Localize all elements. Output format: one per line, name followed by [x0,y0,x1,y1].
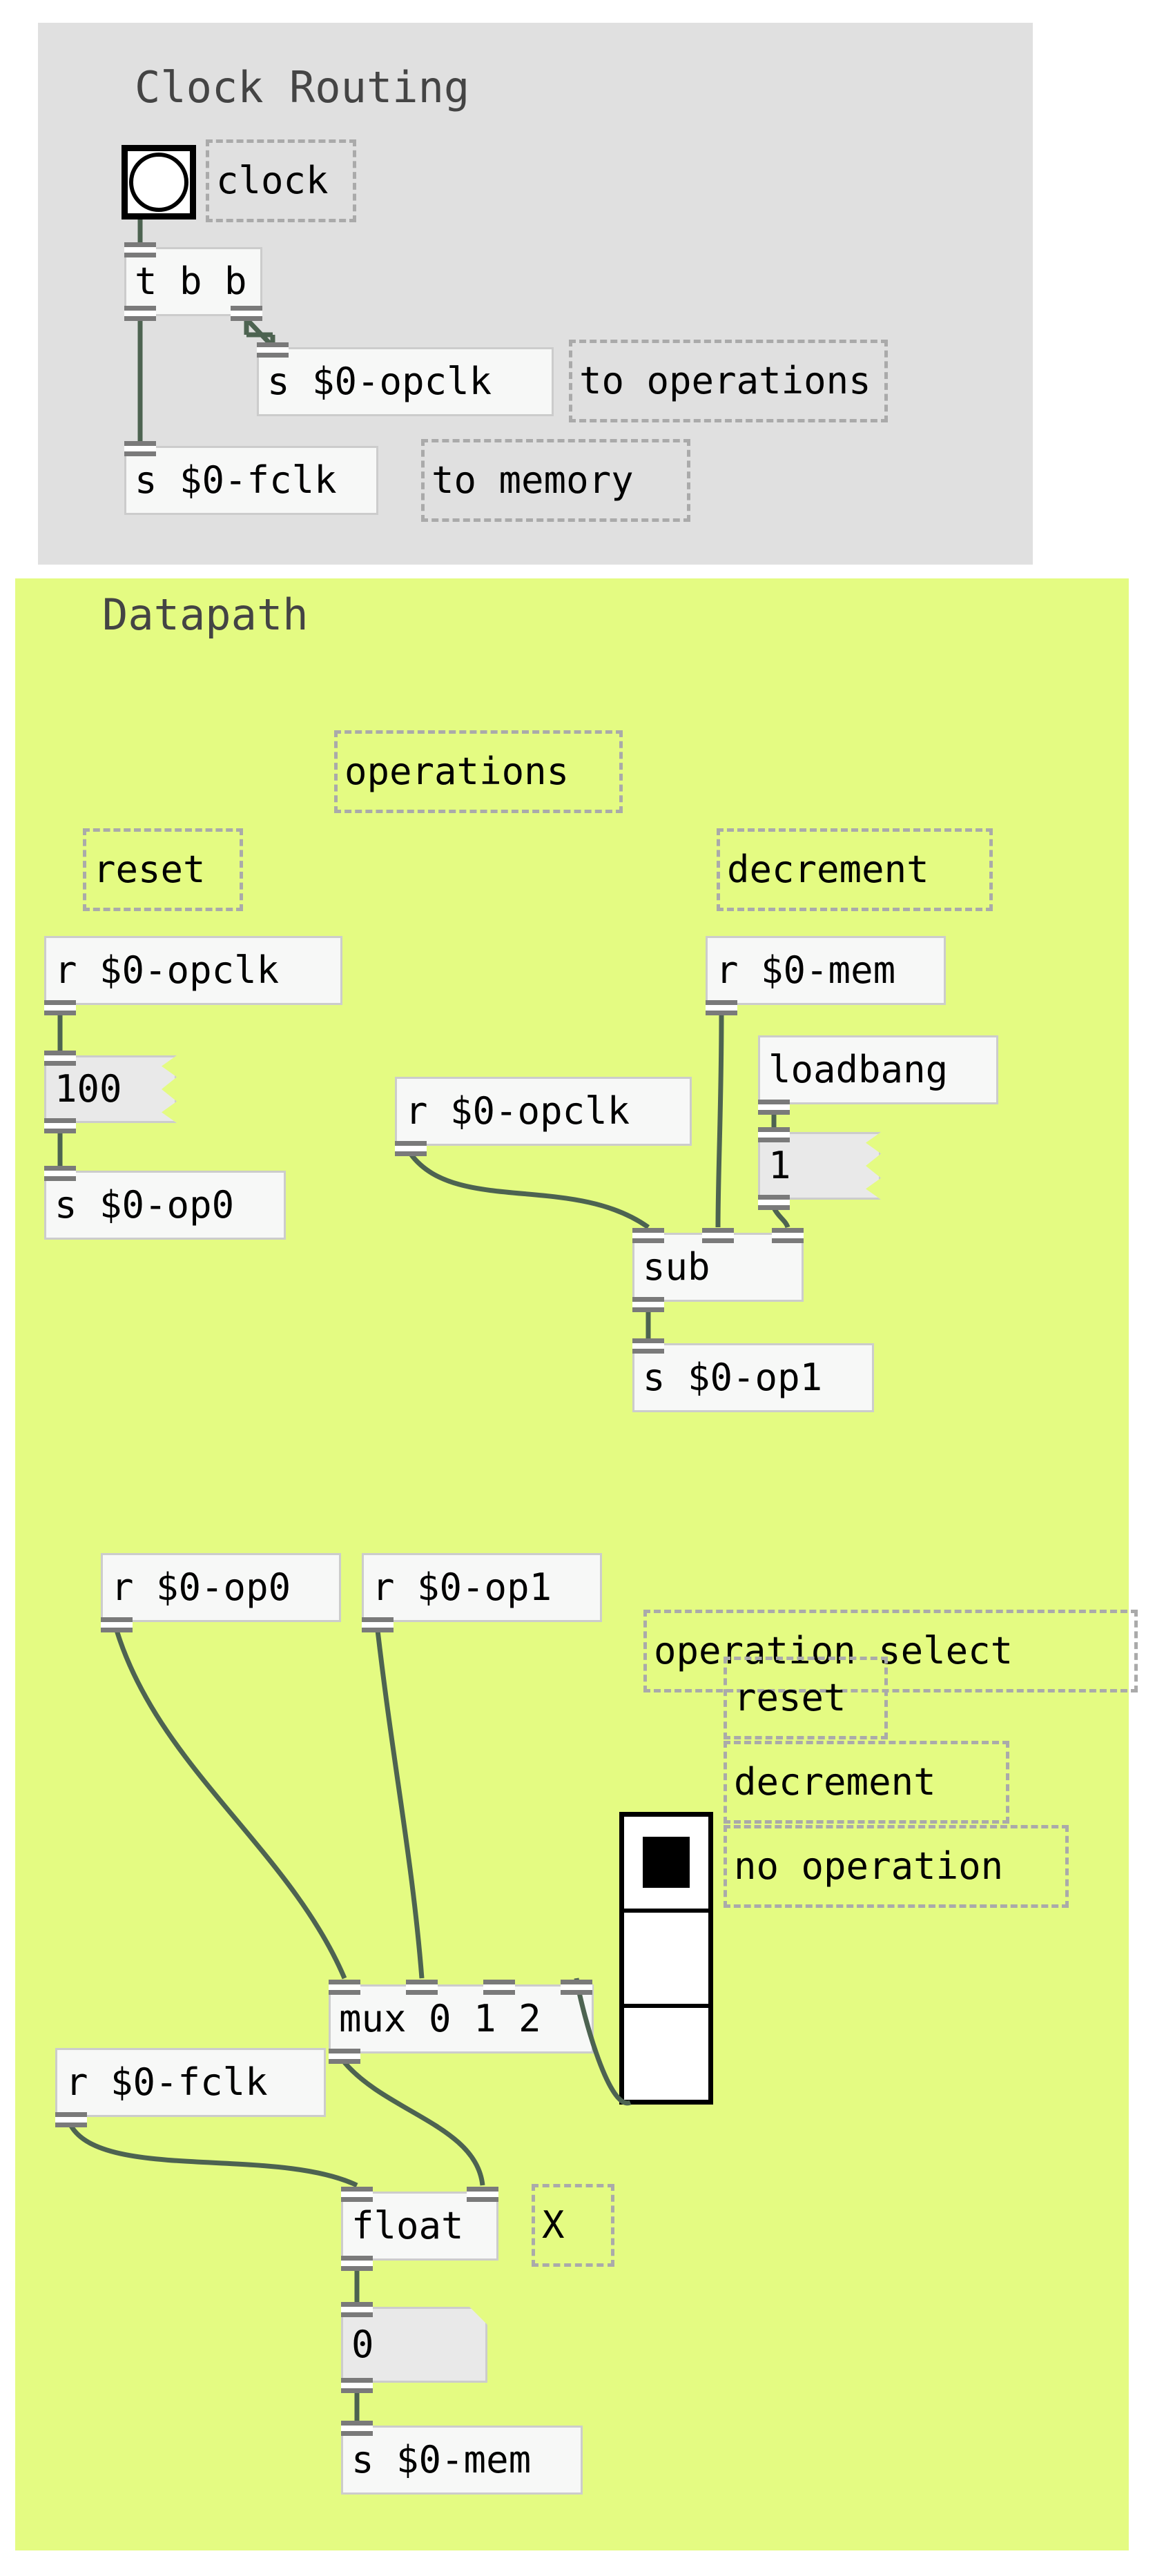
outlet-receive-fclk-0[interactable] [55,2112,87,2127]
object-send-op0[interactable]: s $0-op0 [44,1171,286,1240]
object-receive-opclk-reset[interactable]: r $0-opclk [44,936,342,1005]
vradio-cell-0[interactable] [624,1817,708,1913]
object-sub[interactable]: sub [632,1233,804,1302]
outlet-receive-op0-0[interactable] [101,1617,133,1632]
outlet-message-100-0[interactable] [44,1118,76,1133]
vradio-operation-select[interactable] [619,1812,713,2105]
outlet-receive-opclk-reset-0[interactable] [44,1000,76,1015]
comment-decrement: decrement [717,828,993,911]
inlet-float-0[interactable] [341,2187,373,2202]
numberbox-memory-value[interactable]: 0 [341,2307,487,2383]
inlet-message-100-0[interactable] [44,1051,76,1066]
object-send-opclk[interactable]: s $0-opclk [257,347,554,416]
comment-x: X [532,2184,614,2267]
inlet-send-op0-0[interactable] [44,1166,76,1181]
inlet-send-opclk-0[interactable] [257,342,289,358]
object-send-fclk[interactable]: s $0-fclk [124,446,378,515]
inlet-send-op1-0[interactable] [632,1338,664,1354]
inlet-send-fclk-0[interactable] [124,441,156,456]
vradio-cell-2[interactable] [624,2008,708,2100]
comment-to-operations: to operations [569,340,888,422]
datapath-title: Datapath [102,589,309,640]
comment-radio-no-operation: no operation [724,1825,1069,1908]
vradio-cell-1[interactable] [624,1913,708,2009]
object-receive-op1[interactable]: r $0-op1 [362,1553,602,1622]
inlet-mux-2[interactable] [483,1980,515,1995]
inlet-sub-1[interactable] [702,1228,734,1243]
bang-circle-icon [129,153,188,212]
object-receive-op0[interactable]: r $0-op0 [101,1553,341,1622]
comment-to-memory: to memory [421,439,690,522]
object-mux[interactable]: mux 0 1 2 [329,1984,594,2053]
object-float[interactable]: float [341,2192,498,2261]
outlet-numberbox-0[interactable] [341,2378,373,2393]
comment-operation-select: operation select [643,1610,1138,1692]
outlet-receive-opclk-sub-0[interactable] [395,1141,427,1156]
object-send-mem[interactable]: s $0-mem [341,2426,583,2495]
outlet-receive-mem-0[interactable] [706,1000,737,1015]
outlet-sub-0[interactable] [632,1297,664,1312]
outlet-trigger-0[interactable] [124,306,156,321]
inlet-sub-0[interactable] [632,1228,664,1243]
inlet-numberbox-0[interactable] [341,2302,373,2317]
comment-clock: clock [206,139,356,222]
inlet-send-mem-0[interactable] [341,2421,373,2436]
object-loadbang[interactable]: loadbang [758,1035,998,1104]
inlet-sub-2[interactable] [772,1228,804,1243]
comment-reset: reset [83,828,243,911]
comment-operations: operations [334,730,623,813]
inlet-mux-3[interactable] [561,1980,592,1995]
outlet-mux-0[interactable] [329,2049,360,2064]
outlet-float-0[interactable] [341,2256,373,2271]
outlet-trigger-1[interactable] [231,306,262,321]
comment-radio-decrement: decrement [724,1741,1009,1824]
clock-routing-title: Clock Routing [135,62,470,113]
object-send-op1[interactable]: s $0-op1 [632,1343,874,1412]
object-receive-fclk[interactable]: r $0-fclk [55,2048,326,2117]
bang-clock[interactable] [122,145,196,219]
object-receive-opclk-sub[interactable]: r $0-opclk [395,1077,692,1146]
comment-radio-reset: reset [724,1657,888,1739]
object-receive-mem[interactable]: r $0-mem [706,936,946,1005]
inlet-mux-1[interactable] [406,1980,438,1995]
outlet-receive-op1-0[interactable] [362,1617,394,1632]
inlet-float-1[interactable] [467,2187,498,2202]
outlet-loadbang-0[interactable] [758,1100,790,1115]
inlet-message-1-0[interactable] [758,1127,790,1142]
inlet-trigger-0[interactable] [124,242,156,257]
inlet-mux-0[interactable] [329,1980,360,1995]
outlet-message-1-0[interactable] [758,1195,790,1210]
